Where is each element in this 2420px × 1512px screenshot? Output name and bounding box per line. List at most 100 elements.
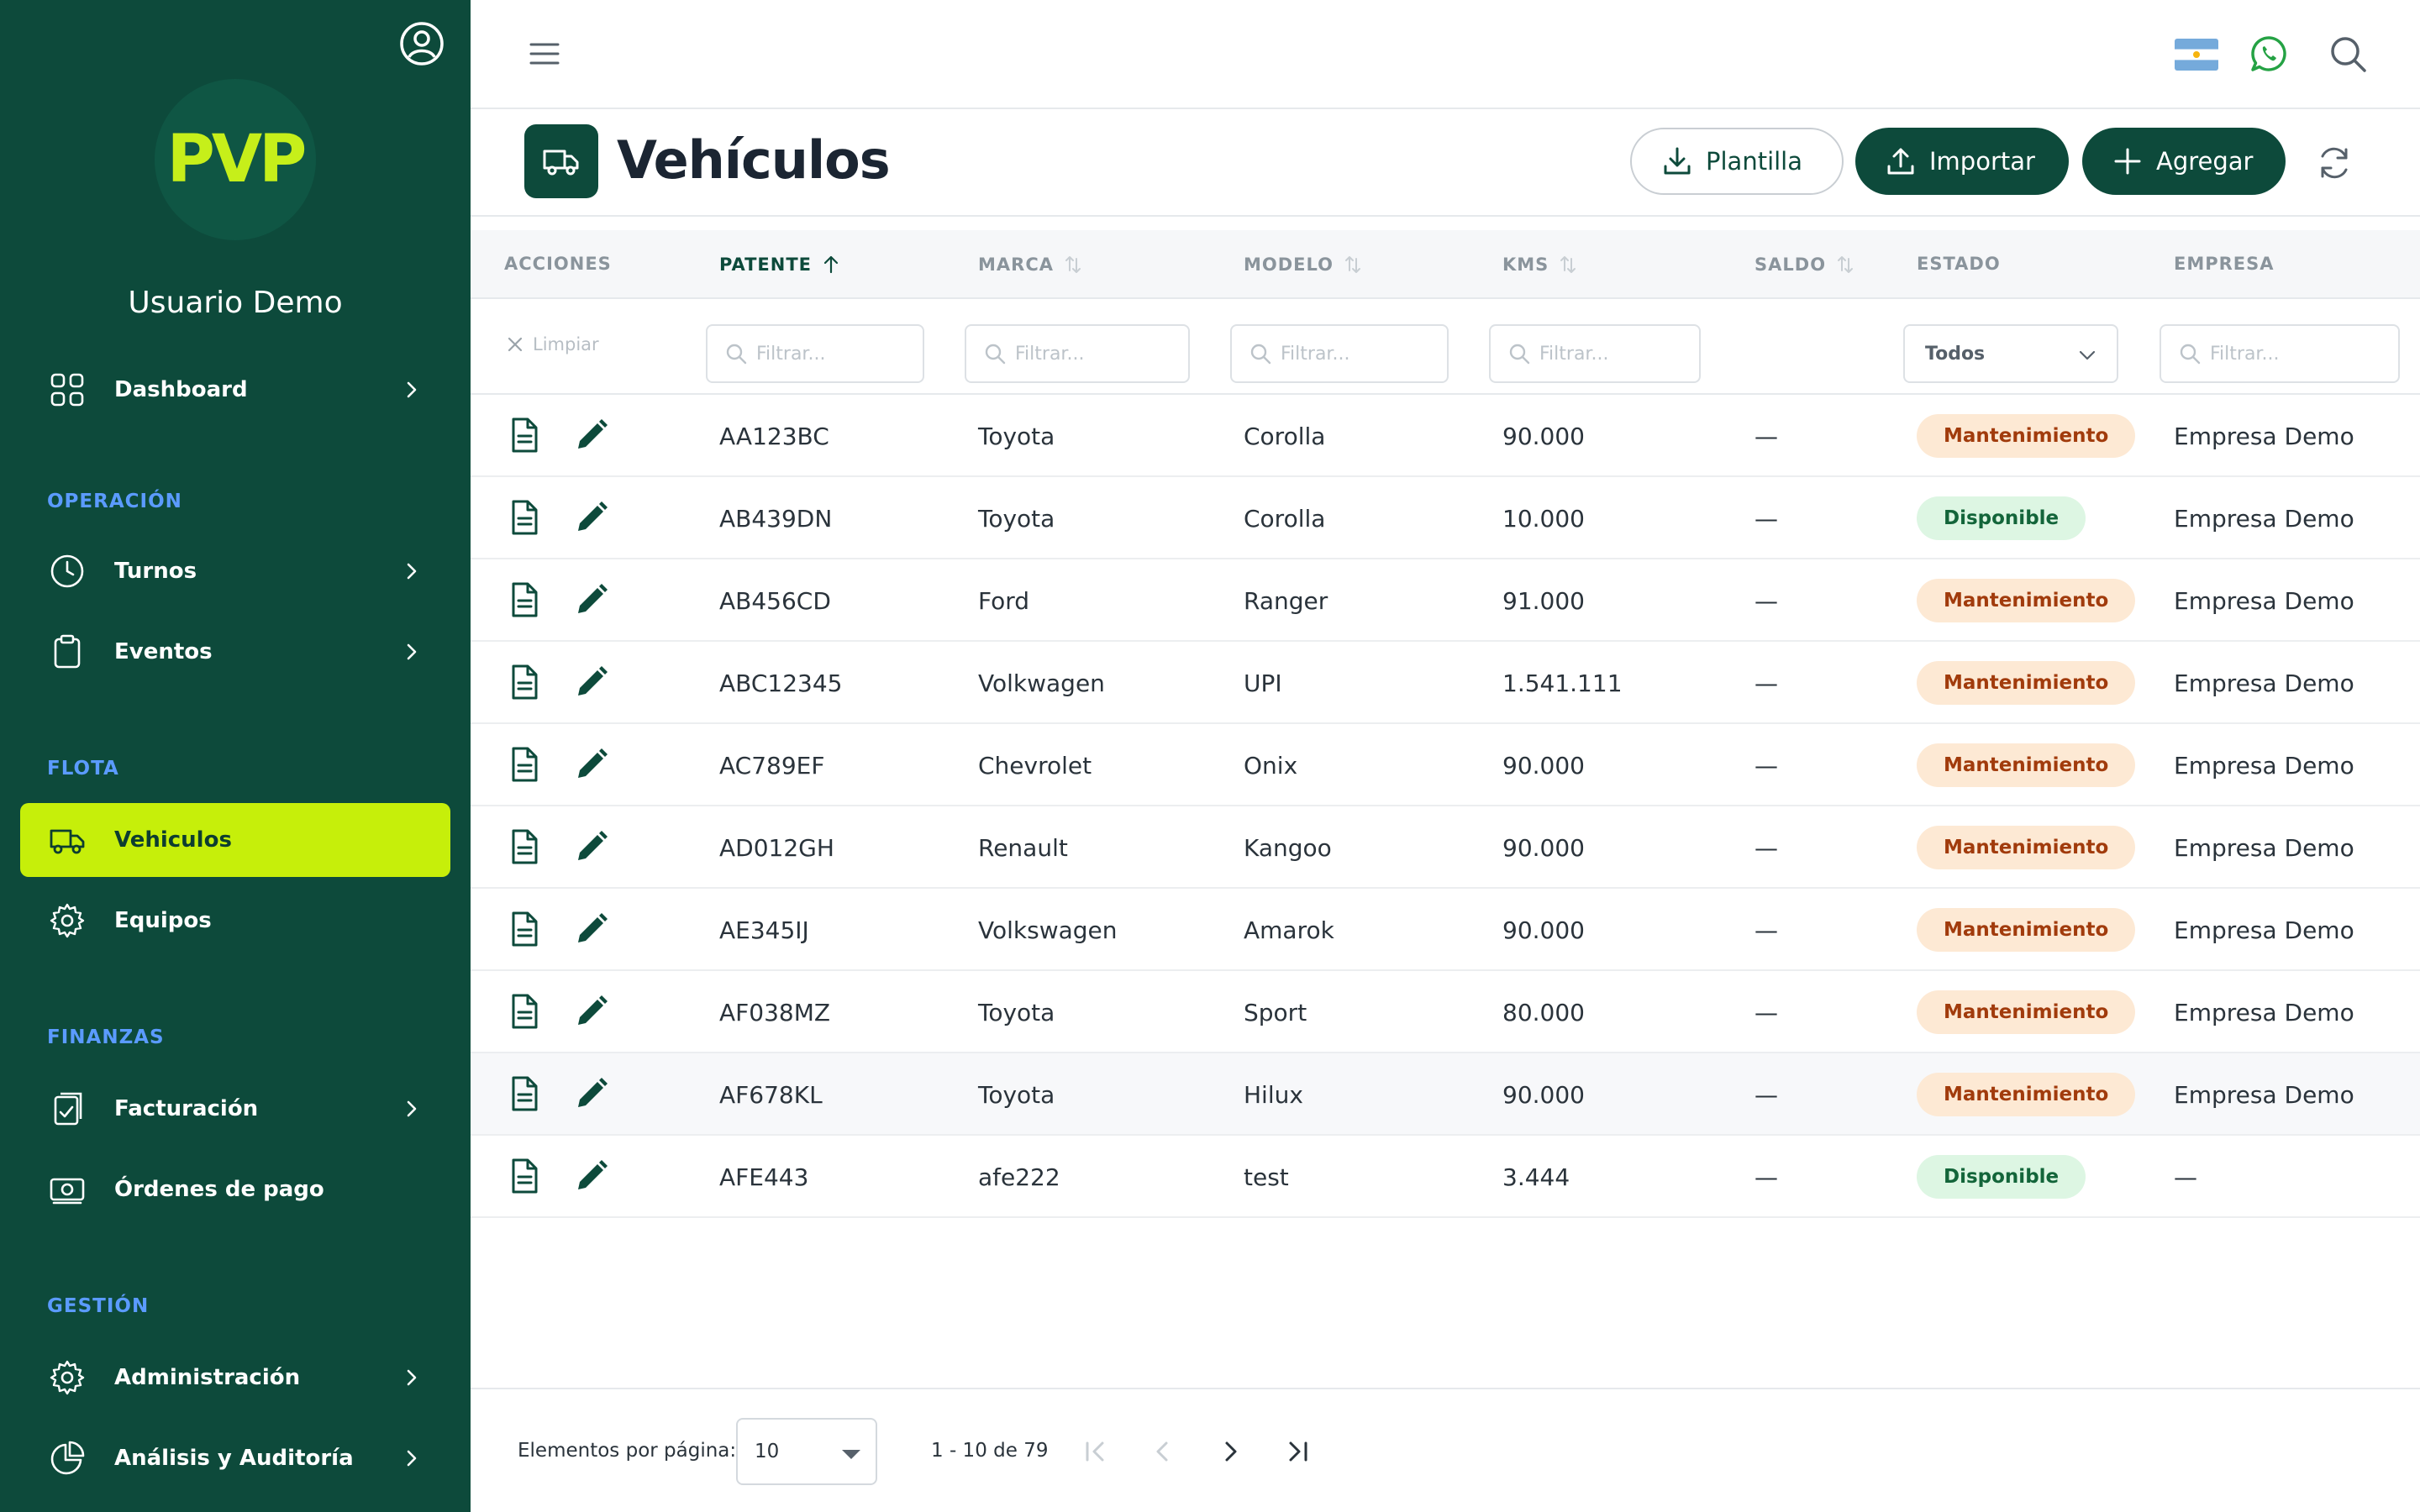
- edit-pencil-icon[interactable]: [571, 580, 612, 620]
- user-account-icon[interactable]: [398, 20, 445, 67]
- edit-pencil-icon[interactable]: [571, 415, 612, 455]
- column-patente[interactable]: PATENTE: [719, 254, 842, 276]
- page-title: Vehículos: [617, 129, 891, 191]
- filter-patente-input[interactable]: [756, 343, 882, 365]
- table-row[interactable]: AFE443 afe222 test 3.444 — Disponible —: [471, 1136, 2420, 1218]
- document-icon[interactable]: [504, 415, 544, 455]
- sidebar-item-vehiculos[interactable]: Vehiculos: [20, 803, 450, 877]
- argentina-flag-icon[interactable]: [2175, 39, 2218, 71]
- document-icon[interactable]: [504, 909, 544, 949]
- column-modelo[interactable]: MODELO: [1244, 254, 1364, 276]
- edit-pencil-icon[interactable]: [571, 662, 612, 702]
- column-empresa: EMPRESA: [2174, 254, 2275, 274]
- plantilla-button[interactable]: Plantilla: [1630, 128, 1844, 195]
- sort-icon: [1560, 256, 1576, 273]
- document-icon[interactable]: [504, 991, 544, 1032]
- section-finanzas: FINANZAS: [47, 1026, 165, 1048]
- table-row[interactable]: AB456CD Ford Ranger 91.000 — Mantenimiento Emp…: [471, 559, 2420, 642]
- sidebar-item-equipos[interactable]: Equipos: [20, 884, 450, 958]
- menu-icon[interactable]: [528, 37, 561, 71]
- importar-button[interactable]: Importar: [1855, 128, 2069, 195]
- cell-marca: Volkswagen: [978, 916, 1118, 944]
- cell-empresa: Empresa Demo: [2174, 751, 2354, 780]
- agregar-button-label: Agregar: [2156, 147, 2254, 176]
- edit-pencil-icon[interactable]: [571, 497, 612, 538]
- next-page-icon[interactable]: [1210, 1431, 1250, 1472]
- cell-kms: 1.541.111: [1502, 669, 1623, 697]
- table-row[interactable]: AF678KL Toyota Hilux 90.000 — Mantenimiento Em…: [471, 1053, 2420, 1136]
- table-row[interactable]: AF038MZ Toyota Sport 80.000 — Mantenimiento Em…: [471, 971, 2420, 1053]
- cell-empresa: Empresa Demo: [2174, 998, 2354, 1026]
- document-icon[interactable]: [504, 744, 544, 785]
- search-icon[interactable]: [2328, 34, 2368, 74]
- column-saldo[interactable]: SALDO: [1754, 254, 1856, 276]
- cell-marca: afe222: [978, 1163, 1060, 1191]
- agregar-button[interactable]: Agregar: [2082, 128, 2286, 195]
- sort-asc-icon: [823, 255, 839, 274]
- document-icon[interactable]: [504, 1074, 544, 1114]
- cell-modelo: Amarok: [1244, 916, 1334, 944]
- cell-marca: Chevrolet: [978, 751, 1092, 780]
- cell-marca: Volkwagen: [978, 669, 1105, 697]
- prev-page-icon[interactable]: [1143, 1431, 1183, 1472]
- first-page-icon[interactable]: [1076, 1431, 1116, 1472]
- filter-estado-select[interactable]: Todos: [1903, 324, 2118, 383]
- table-row[interactable]: AA123BC Toyota Corolla 90.000 — Mantenimiento…: [471, 395, 2420, 477]
- cell-modelo: UPI: [1244, 669, 1282, 697]
- status-badge: Disponible: [1917, 1155, 2086, 1199]
- search-icon: [2180, 344, 2201, 365]
- page-range: 1 - 10 de 79: [931, 1440, 1049, 1462]
- clear-filters-button[interactable]: Limpiar: [506, 334, 599, 354]
- search-icon: [726, 344, 747, 365]
- sidebar-item-dashboard[interactable]: Dashboard: [20, 353, 450, 427]
- table-row[interactable]: AB439DN Toyota Corolla 10.000 — Disponible Emp…: [471, 477, 2420, 559]
- document-icon[interactable]: [504, 580, 544, 620]
- document-icon[interactable]: [504, 827, 544, 867]
- cell-estado: Mantenimiento: [1917, 806, 2136, 889]
- gear-icon: [49, 1359, 86, 1396]
- per-page-select[interactable]: 10: [736, 1418, 877, 1485]
- edit-pencil-icon[interactable]: [571, 1156, 612, 1196]
- pie-chart-icon: [49, 1440, 86, 1477]
- whatsapp-icon[interactable]: [2249, 34, 2289, 74]
- edit-pencil-icon[interactable]: [571, 909, 612, 949]
- table-row[interactable]: AD012GH Renault Kangoo 90.000 — Mantenimiento…: [471, 806, 2420, 889]
- last-page-icon[interactable]: [1277, 1431, 1318, 1472]
- sidebar-item-analisis-y-auditoria[interactable]: Análisis y Auditoría: [20, 1421, 450, 1495]
- filter-kms-input[interactable]: [1539, 343, 1665, 365]
- cell-patente: AFE443: [719, 1163, 809, 1191]
- section-operacion: OPERACIÓN: [47, 491, 182, 512]
- column-kms[interactable]: KMS: [1502, 254, 1579, 276]
- column-estado-label: ESTADO: [1917, 254, 2001, 274]
- edit-pencil-icon[interactable]: [571, 991, 612, 1032]
- cell-estado: Mantenimiento: [1917, 724, 2136, 806]
- table-row[interactable]: AC789EF Chevrolet Onix 90.000 — Mantenimiento…: [471, 724, 2420, 806]
- filter-modelo-input[interactable]: [1281, 343, 1407, 365]
- edit-pencil-icon[interactable]: [571, 827, 612, 867]
- document-icon[interactable]: [504, 1156, 544, 1196]
- column-empresa-label: EMPRESA: [2174, 254, 2275, 274]
- table-row[interactable]: AE345IJ Volkswagen Amarok 90.000 — Mantenimie…: [471, 889, 2420, 971]
- cell-empresa: Empresa Demo: [2174, 504, 2354, 533]
- sidebar-item-administracion[interactable]: Administración: [20, 1341, 450, 1415]
- cell-kms: 80.000: [1502, 998, 1585, 1026]
- sidebar-item-turnos[interactable]: Turnos: [20, 534, 450, 608]
- edit-pencil-icon[interactable]: [571, 744, 612, 785]
- truck-icon: [524, 124, 598, 198]
- document-icon[interactable]: [504, 662, 544, 702]
- filter-empresa-input[interactable]: [2210, 343, 2336, 365]
- document-icon[interactable]: [504, 497, 544, 538]
- sidebar-item-ordenes-de-pago[interactable]: Órdenes de pago: [20, 1152, 450, 1226]
- refresh-icon[interactable]: [2314, 143, 2354, 183]
- cell-saldo: —: [1754, 833, 1778, 862]
- column-modelo-label: MODELO: [1244, 255, 1334, 275]
- status-badge: Mantenimiento: [1917, 990, 2136, 1034]
- grid-icon: [49, 371, 86, 408]
- column-marca[interactable]: MARCA: [978, 254, 1084, 276]
- filter-marca-input[interactable]: [1015, 343, 1141, 365]
- edit-pencil-icon[interactable]: [571, 1074, 612, 1114]
- cell-saldo: —: [1754, 586, 1778, 615]
- table-row[interactable]: ABC12345 Volkwagen UPI 1.541.111 — Mantenimie…: [471, 642, 2420, 724]
- sidebar-item-eventos[interactable]: Eventos: [20, 615, 450, 689]
- sidebar-item-facturacion[interactable]: Facturación: [20, 1072, 450, 1146]
